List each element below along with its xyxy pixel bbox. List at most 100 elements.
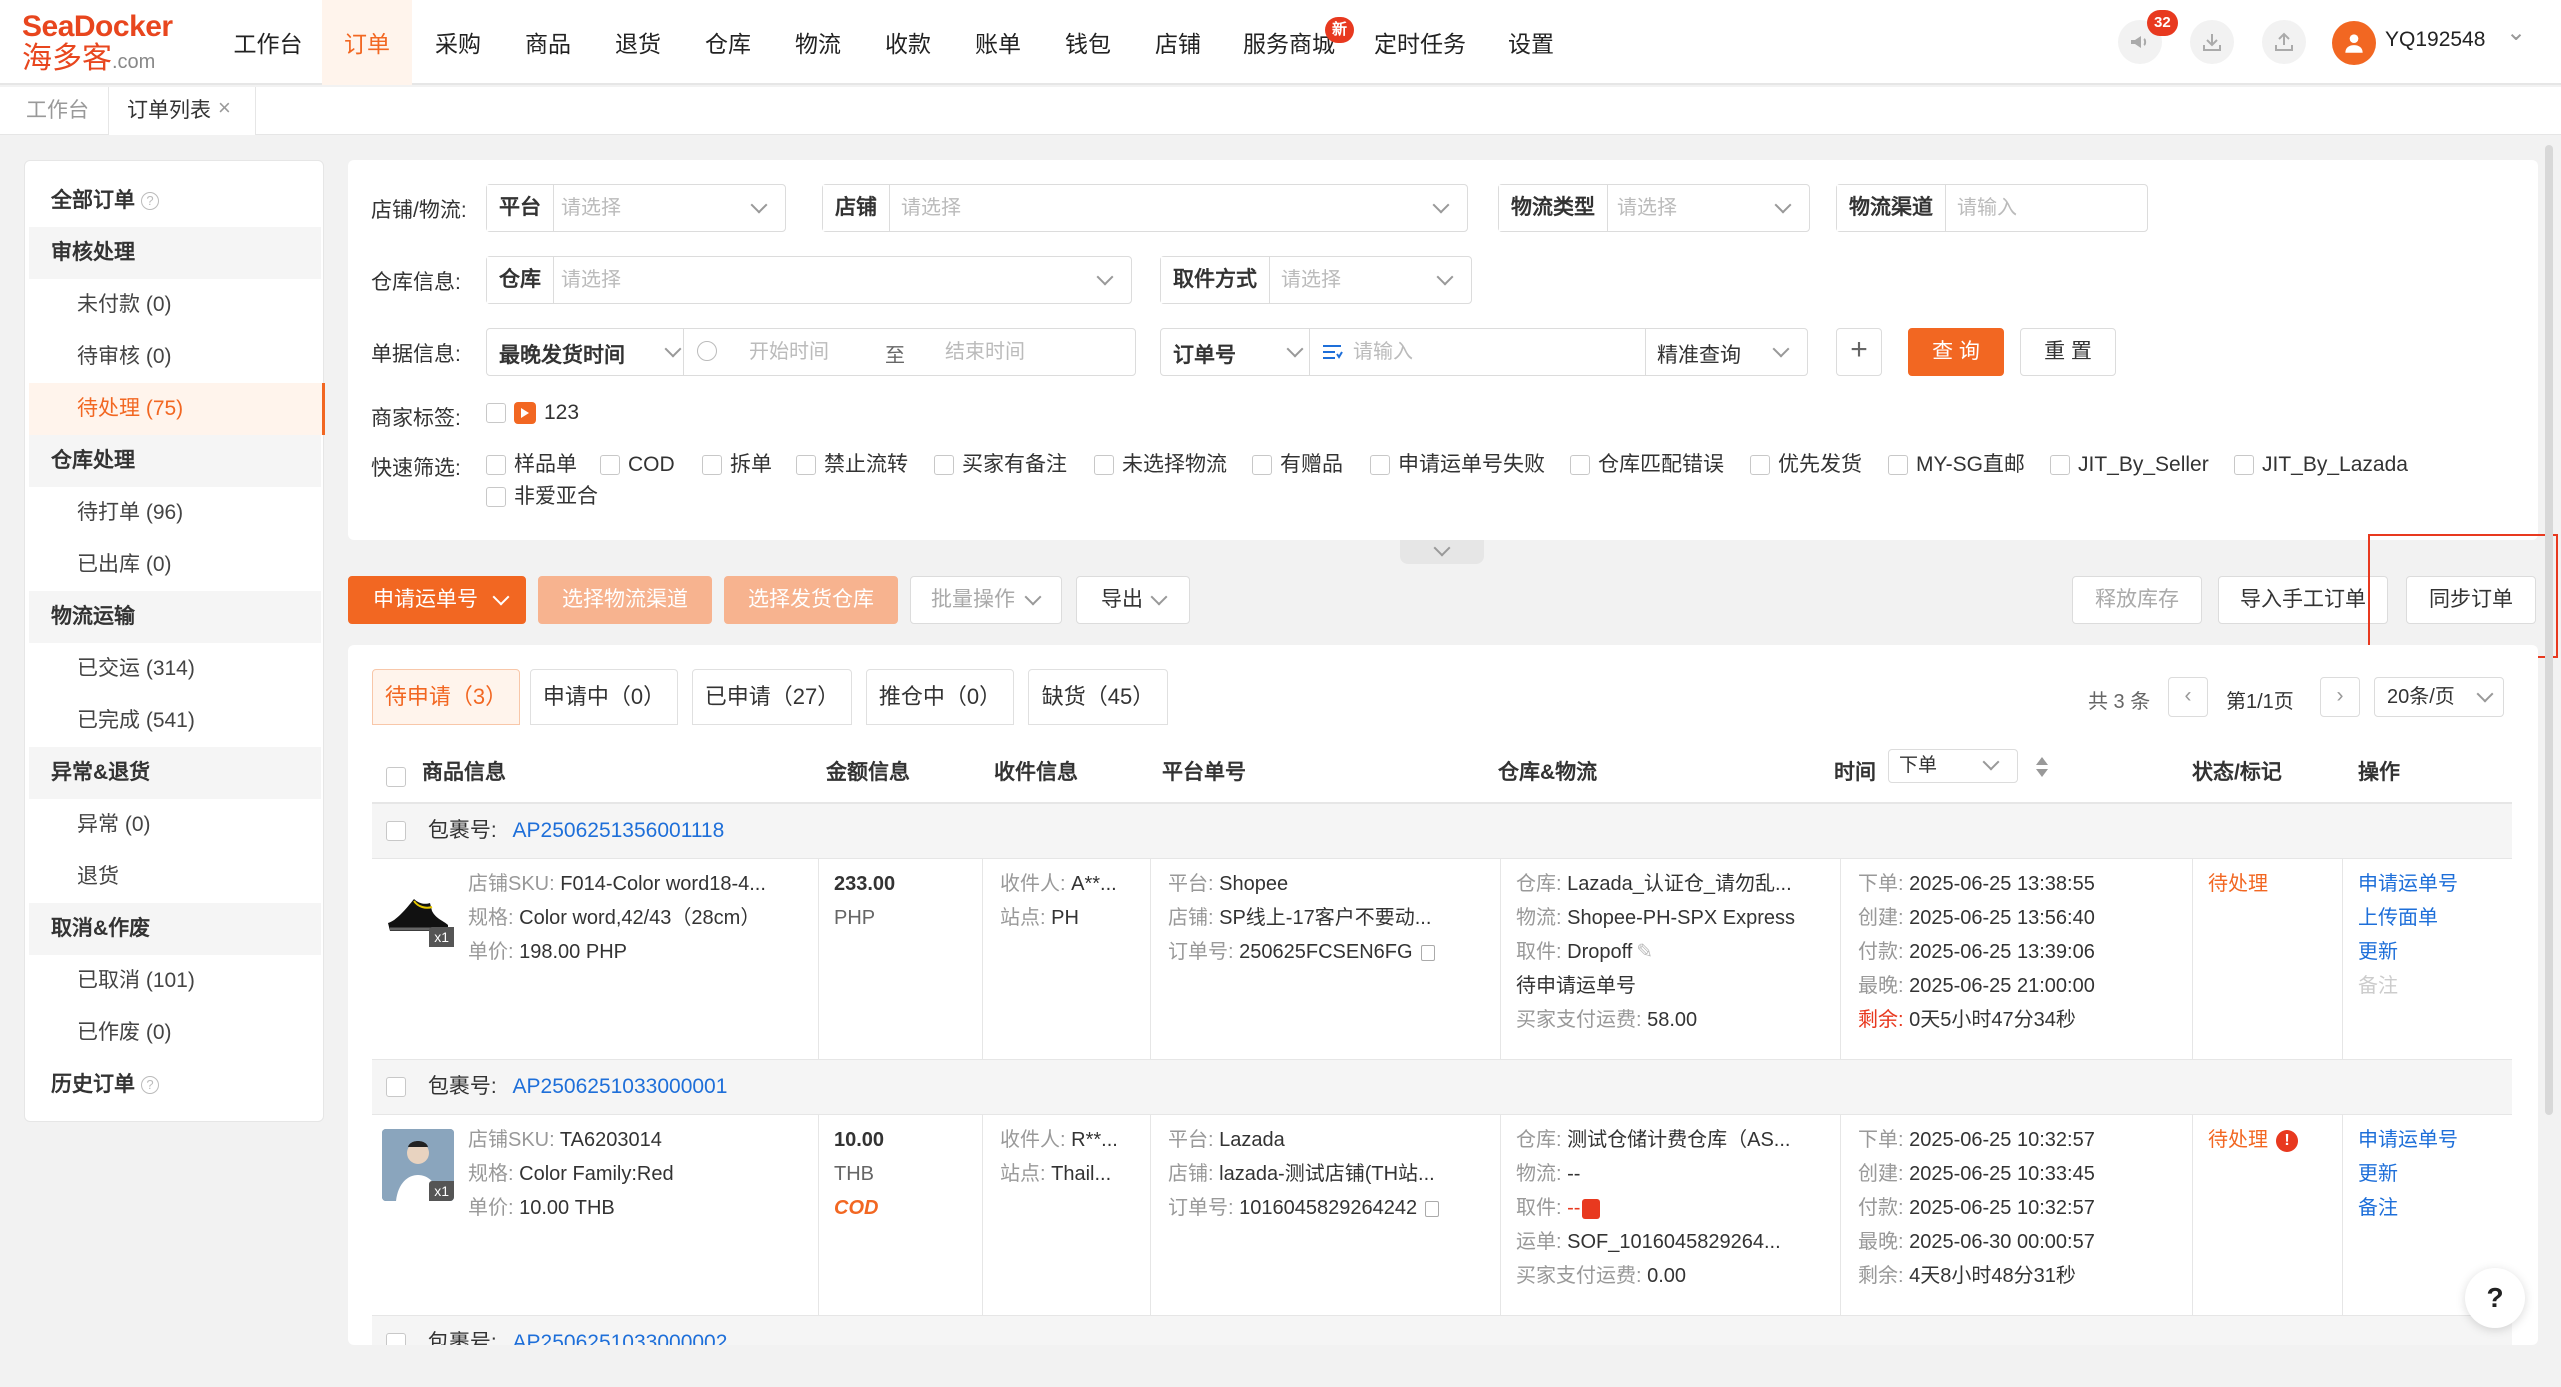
sidebar-item-exception[interactable]: 异常 (0) <box>29 799 325 851</box>
quick-filter-waybill-failed[interactable]: 申请运单号失败 <box>1370 452 1545 478</box>
nav-item-service-mall[interactable]: 服务商城 <box>1238 0 1340 85</box>
sidebar-group-warehouse[interactable]: 仓库处理 <box>29 435 321 487</box>
edit-icon[interactable]: ✎ <box>1636 941 1653 963</box>
time-type-select[interactable]: 最晚发货时间 <box>499 339 625 369</box>
time-sort-select[interactable]: 下单 <box>1888 749 2018 783</box>
chevron-down-icon[interactable]: ⌄ <box>2506 18 2526 47</box>
select-all-checkbox[interactable] <box>386 763 414 789</box>
select-channel-button[interactable]: 选择物流渠道 <box>538 576 712 624</box>
warehouse-select[interactable]: 仓库 请选择 <box>486 256 1132 304</box>
remark-link[interactable]: 备注 <box>2358 969 2398 1003</box>
nav-item-orders[interactable]: 订单 <box>322 0 412 85</box>
quick-filter-non-aiya[interactable]: 非爱亚合 <box>486 484 598 510</box>
sort-icon[interactable] <box>2034 755 2050 779</box>
logistics-type-select[interactable]: 物流类型 请选择 <box>1498 184 1810 232</box>
store-select[interactable]: 店铺 请选择 <box>822 184 1468 232</box>
add-filter-button[interactable]: + <box>1836 328 1882 376</box>
upload-label-link[interactable]: 上传面单 <box>2358 901 2438 935</box>
sidebar-item-unpaid[interactable]: 未付款 (0) <box>29 279 325 331</box>
nav-item-settings[interactable]: 设置 <box>1496 0 1566 85</box>
apply-waybill-link[interactable]: 申请运单号 <box>2358 867 2458 901</box>
status-tab-to-apply[interactable]: 待申请（3） <box>372 669 520 725</box>
quick-filter-no-logistics[interactable]: 未选择物流 <box>1094 452 1227 478</box>
status-tab-pushing[interactable]: 推仓中（0） <box>866 669 1014 725</box>
quick-filter-jit-seller[interactable]: JIT_By_Seller <box>2050 452 2209 478</box>
quick-filter-cod[interactable]: COD <box>600 452 675 478</box>
nav-item-payments[interactable]: 收款 <box>868 0 948 85</box>
row-checkbox[interactable] <box>386 1333 406 1345</box>
copy-icon[interactable] <box>1425 1200 1440 1217</box>
quick-filter-buyer-note[interactable]: 买家有备注 <box>934 452 1067 478</box>
nav-item-wallet[interactable]: 钱包 <box>1048 0 1128 85</box>
nav-item-products[interactable]: 商品 <box>508 0 588 85</box>
platform-select[interactable]: 平台 请选择 <box>486 184 786 232</box>
nav-item-scheduled-tasks[interactable]: 定时任务 <box>1370 0 1470 85</box>
alert-icon[interactable]: ! <box>2276 1129 2298 1152</box>
sidebar-group-cancel[interactable]: 取消&作废 <box>29 903 321 955</box>
quick-filter-jit-lazada[interactable]: JIT_By_Lazada <box>2234 452 2408 478</box>
nav-item-stores[interactable]: 店铺 <box>1138 0 1218 85</box>
batch-operations-button[interactable]: 批量操作 <box>910 576 1062 624</box>
quick-filter-priority[interactable]: 优先发货 <box>1750 452 1862 478</box>
quick-filter-sample[interactable]: 样品单 <box>486 452 577 478</box>
quick-filter-warehouse-mismatch[interactable]: 仓库匹配错误 <box>1570 452 1724 478</box>
tab-workbench[interactable]: 工作台 <box>8 87 107 135</box>
nav-item-bills[interactable]: 账单 <box>958 0 1038 85</box>
row-checkbox[interactable] <box>386 821 406 842</box>
remark-link[interactable]: 备注 <box>2358 1191 2398 1225</box>
sidebar-group-exception[interactable]: 异常&退货 <box>29 747 321 799</box>
quick-filter-gift[interactable]: 有赠品 <box>1252 452 1343 478</box>
sidebar-group-review[interactable]: 审核处理 <box>29 227 321 279</box>
sidebar-item-to-print[interactable]: 待打单 (96) <box>29 487 325 539</box>
status-tab-out-of-stock[interactable]: 缺货（45） <box>1028 669 1168 725</box>
status-tab-applied[interactable]: 已申请（27） <box>692 669 852 725</box>
prev-page-button[interactable]: ‹ <box>2168 677 2208 717</box>
apply-waybill-link[interactable]: 申请运单号 <box>2358 1123 2458 1157</box>
row-checkbox[interactable] <box>386 1077 406 1098</box>
reset-button[interactable]: 重 置 <box>2020 328 2116 376</box>
quick-filter-split[interactable]: 拆单 <box>702 452 772 478</box>
nav-item-logistics[interactable]: 物流 <box>778 0 858 85</box>
sidebar-all-orders[interactable]: 全部订单? <box>29 175 321 227</box>
download-icon[interactable] <box>2190 20 2234 64</box>
select-warehouse-button[interactable]: 选择发货仓库 <box>724 576 898 624</box>
sidebar-item-cancelled[interactable]: 已取消 (101) <box>29 955 325 1007</box>
sidebar-group-transport[interactable]: 物流运输 <box>29 591 321 643</box>
batch-list-icon[interactable] <box>1321 341 1343 363</box>
username[interactable]: YQ192548 <box>2385 28 2485 52</box>
pickup-method-select[interactable]: 取件方式 请选择 <box>1160 256 1472 304</box>
logistics-channel-input[interactable]: 物流渠道 请输入 <box>1836 184 2148 232</box>
end-time-input[interactable]: 结束时间 <box>945 329 1025 375</box>
help-button[interactable]: ? <box>2465 1268 2525 1328</box>
merchant-tag-checkbox[interactable]: 123 <box>486 400 579 426</box>
quick-filter-my-sg[interactable]: MY-SG直邮 <box>1888 452 2025 478</box>
tab-order-list[interactable]: 订单列表 <box>108 87 256 135</box>
import-manual-orders-button[interactable]: 导入手工订单 <box>2218 576 2388 624</box>
sidebar-history-orders[interactable]: 历史订单? <box>29 1059 321 1111</box>
order-number-input[interactable]: 请输入 <box>1353 329 1413 375</box>
product-image[interactable]: x1 <box>382 875 454 947</box>
quick-filter-no-transfer[interactable]: 禁止流转 <box>796 452 908 478</box>
update-link[interactable]: 更新 <box>2358 935 2398 969</box>
export-button[interactable]: 导出 <box>1076 576 1190 624</box>
next-page-button[interactable]: › <box>2320 677 2360 717</box>
status-tab-applying[interactable]: 申请中（0） <box>530 669 678 725</box>
release-stock-button[interactable]: 释放库存 <box>2072 576 2202 624</box>
close-icon[interactable]: × <box>218 95 231 121</box>
sidebar-item-returns[interactable]: 退货 <box>29 851 325 903</box>
sidebar-item-pending-review[interactable]: 待审核 (0) <box>29 331 325 383</box>
package-number-link[interactable]: AP2506251356001118 <box>513 819 725 842</box>
sidebar-item-to-process[interactable]: 待处理 (75) <box>29 383 325 435</box>
search-button[interactable]: 查 询 <box>1908 328 2004 376</box>
seadocker-logo[interactable]: SeaDocker 海多客.com <box>22 12 182 76</box>
upload-icon[interactable] <box>2262 20 2306 64</box>
nav-item-warehouse[interactable]: 仓库 <box>688 0 768 85</box>
document-icon[interactable] <box>1582 1198 1601 1219</box>
nav-item-workbench[interactable]: 工作台 <box>224 0 312 85</box>
nav-item-returns[interactable]: 退货 <box>598 0 678 85</box>
update-link[interactable]: 更新 <box>2358 1157 2398 1191</box>
sidebar-item-voided[interactable]: 已作废 (0) <box>29 1007 325 1059</box>
sidebar-item-shipped-out[interactable]: 已出库 (0) <box>29 539 325 591</box>
copy-icon[interactable] <box>1420 944 1435 961</box>
order-field-select[interactable]: 订单号 <box>1173 339 1236 369</box>
